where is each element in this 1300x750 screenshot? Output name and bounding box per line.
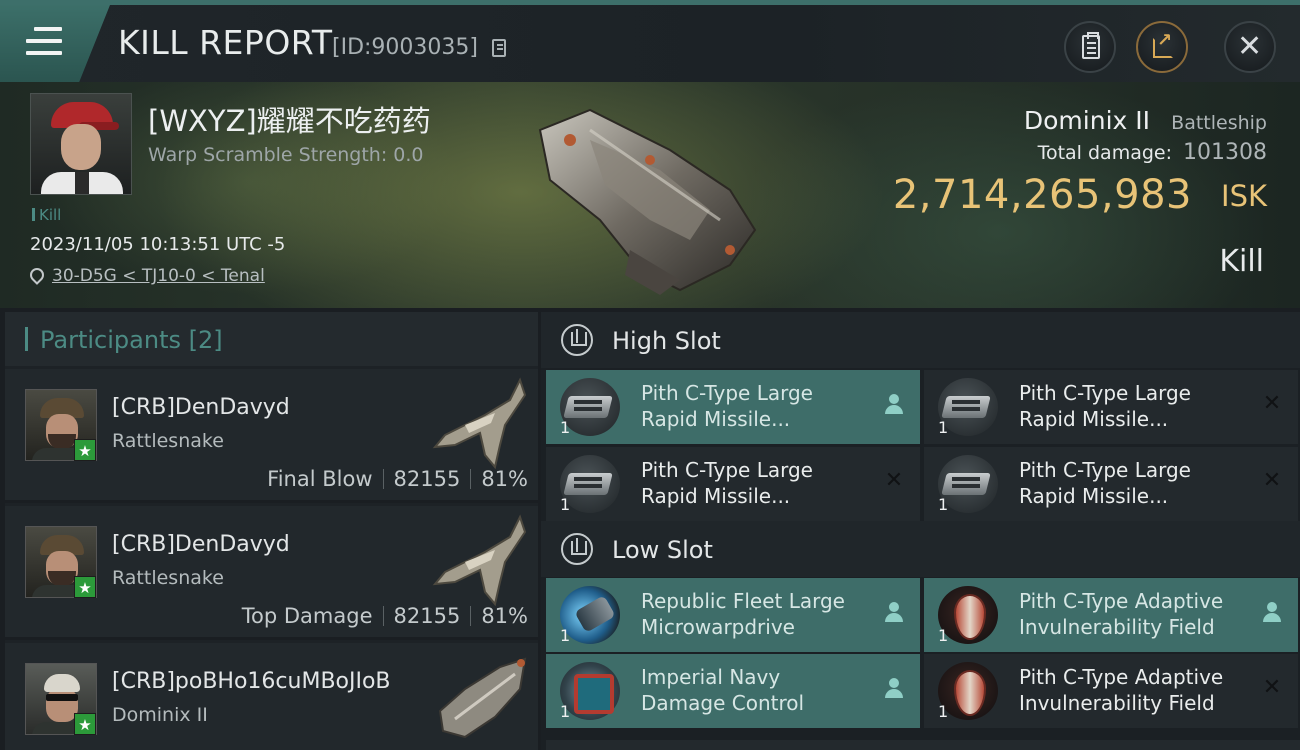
isk-value: 2,714,265,983 [892, 172, 1192, 218]
participant-stats: Top Damage 82155 81% [242, 604, 528, 628]
close-button[interactable]: ✕ [1224, 21, 1276, 73]
star-icon: ★ [74, 713, 96, 735]
module-name: Pith C-Type Large Rapid Missile... [1019, 458, 1191, 508]
menu-icon [26, 27, 62, 57]
participant-ship: Dominix II [112, 704, 208, 726]
participant-row[interactable]: ★ [CRB]DenDavyd Rattlesnake Top Damage 82… [5, 506, 538, 640]
page-title: KILL REPORT [118, 23, 333, 62]
destroyed-x-icon: ✕ [1262, 468, 1282, 493]
person-icon [882, 392, 906, 416]
module-name: Pith C-Type Large Rapid Missile... [1019, 381, 1191, 431]
participant-stats: Final Blow 82155 81% [267, 467, 528, 491]
participant-role: Final Blow [267, 467, 373, 491]
module-name: Republic Fleet Large Microwarpdrive [641, 589, 845, 639]
module-item[interactable]: 1 Pith C-Type Large Rapid Missile... ✕ [924, 447, 1298, 521]
victim-ship-image[interactable] [530, 100, 770, 300]
module-quantity: 1 [560, 626, 571, 645]
module-item[interactable]: 1 Pith C-Type Large Rapid Missile... [546, 370, 920, 444]
participant-percent: 81% [481, 604, 528, 628]
module-name: Pith C-Type Adaptive Invulnerability Fiel… [1019, 589, 1224, 639]
module-quantity: 1 [938, 626, 949, 645]
menu-button[interactable] [0, 5, 110, 82]
top-bar: KILL REPORT [ID:9003035] ✕ [0, 0, 1300, 82]
module-name: Pith C-Type Large Rapid Missile... [641, 381, 813, 431]
close-icon: ✕ [1237, 29, 1263, 64]
kill-tag: Kill [32, 206, 61, 224]
participant-percent: 81% [481, 467, 528, 491]
clipboard-button[interactable] [1064, 21, 1116, 73]
copy-icon[interactable] [492, 39, 506, 57]
module-item[interactable]: 1 Pith C-Type Adaptive Invulnerability Fi… [924, 654, 1298, 728]
participant-role: Top Damage [241, 604, 373, 628]
share-button[interactable] [1136, 21, 1188, 73]
high-slot-title: High Slot [612, 327, 721, 355]
participant-ship: Rattlesnake [112, 430, 224, 452]
victim-banner: [WXYZ]耀耀不吃药药 Warp Scramble Strength: 0.0… [0, 82, 1300, 308]
victim-name[interactable]: [WXYZ]耀耀不吃药药 [148, 98, 431, 140]
participant-ship-image [438, 657, 527, 739]
module-quantity: 1 [560, 495, 571, 514]
module-item[interactable]: 1 Pith C-Type Adaptive Invulnerability Fi… [924, 578, 1298, 652]
module-quantity: 1 [938, 495, 949, 514]
high-slot-header: High Slot [541, 312, 1300, 368]
participant-row[interactable]: ★ [CRB]poBHo16cuMBoJIoB Dominix II [5, 643, 538, 750]
participant-name: [CRB]DenDavyd [112, 395, 290, 420]
person-icon [882, 676, 906, 700]
participant-name: [CRB]poBHo16cuMBoJIoB [112, 669, 391, 694]
module-name: Imperial Navy Damage Control [641, 665, 805, 715]
participant-name: [CRB]DenDavyd [112, 532, 290, 557]
participants-panel: Participants [2] ★ [CRB]DenDavyd Rattles… [5, 312, 538, 750]
participant-ship-image [432, 514, 527, 607]
participant-ship: Rattlesnake [112, 567, 224, 589]
share-icon [1153, 30, 1173, 58]
result-label: Kill [1219, 244, 1264, 279]
isk-unit: ISK [1221, 179, 1267, 213]
victim-ship-name[interactable]: Dominix II [1024, 106, 1150, 135]
module-item[interactable]: 1 Pith C-Type Large Rapid Missile... ✕ [546, 447, 920, 521]
person-icon [1260, 600, 1284, 624]
destroyed-x-icon: ✕ [1262, 391, 1282, 416]
warp-scramble-strength: Warp Scramble Strength: 0.0 [148, 144, 424, 166]
module-item[interactable]: 1 Imperial Navy Damage Control [546, 654, 920, 728]
participant-row[interactable]: ★ [CRB]DenDavyd Rattlesnake Final Blow 82… [5, 369, 538, 503]
participant-damage: 82155 [393, 467, 461, 491]
total-damage-value: 101308 [1183, 140, 1267, 165]
low-slot-header: Low Slot [541, 521, 1300, 577]
fitting-panel: High Slot 1 Pith C-Type Large Rapid Missi… [541, 312, 1300, 750]
participants-title: Participants [2] [40, 326, 223, 354]
module-quantity: 1 [938, 702, 949, 721]
module-quantity: 1 [560, 418, 571, 437]
participant-ship-image [432, 377, 527, 470]
clipboard-icon [1082, 32, 1100, 59]
kill-location-link[interactable]: 30-D5G < TJ10-0 < Tenal [52, 266, 265, 286]
module-item-partial[interactable] [546, 740, 1300, 750]
victim-portrait[interactable] [30, 93, 132, 195]
module-name: Pith C-Type Adaptive Invulnerability Fiel… [1019, 665, 1224, 715]
location-pin-icon [27, 265, 47, 285]
low-slot-title: Low Slot [612, 536, 713, 564]
participants-header: Participants [2] [5, 312, 538, 366]
participant-damage: 82155 [393, 604, 461, 628]
module-name: Pith C-Type Large Rapid Missile... [641, 458, 813, 508]
star-icon: ★ [74, 576, 96, 598]
module-quantity: 1 [938, 418, 949, 437]
module-quantity: 1 [560, 702, 571, 721]
module-item[interactable]: 1 Republic Fleet Large Microwarpdrive [546, 578, 920, 652]
total-damage-label: Total damage: [1037, 142, 1172, 164]
destroyed-x-icon: ✕ [884, 468, 904, 493]
module-item[interactable]: 1 Pith C-Type Large Rapid Missile... ✕ [924, 370, 1298, 444]
kill-datetime: 2023/11/05 10:13:51 UTC -5 [30, 234, 286, 255]
person-icon [882, 600, 906, 624]
star-icon: ★ [74, 439, 96, 461]
victim-ship-class: Battleship [1171, 112, 1267, 134]
low-slot-icon [561, 533, 593, 565]
report-id: [ID:9003035] [332, 35, 478, 60]
destroyed-x-icon: ✕ [1262, 675, 1282, 700]
high-slot-icon [561, 324, 593, 356]
